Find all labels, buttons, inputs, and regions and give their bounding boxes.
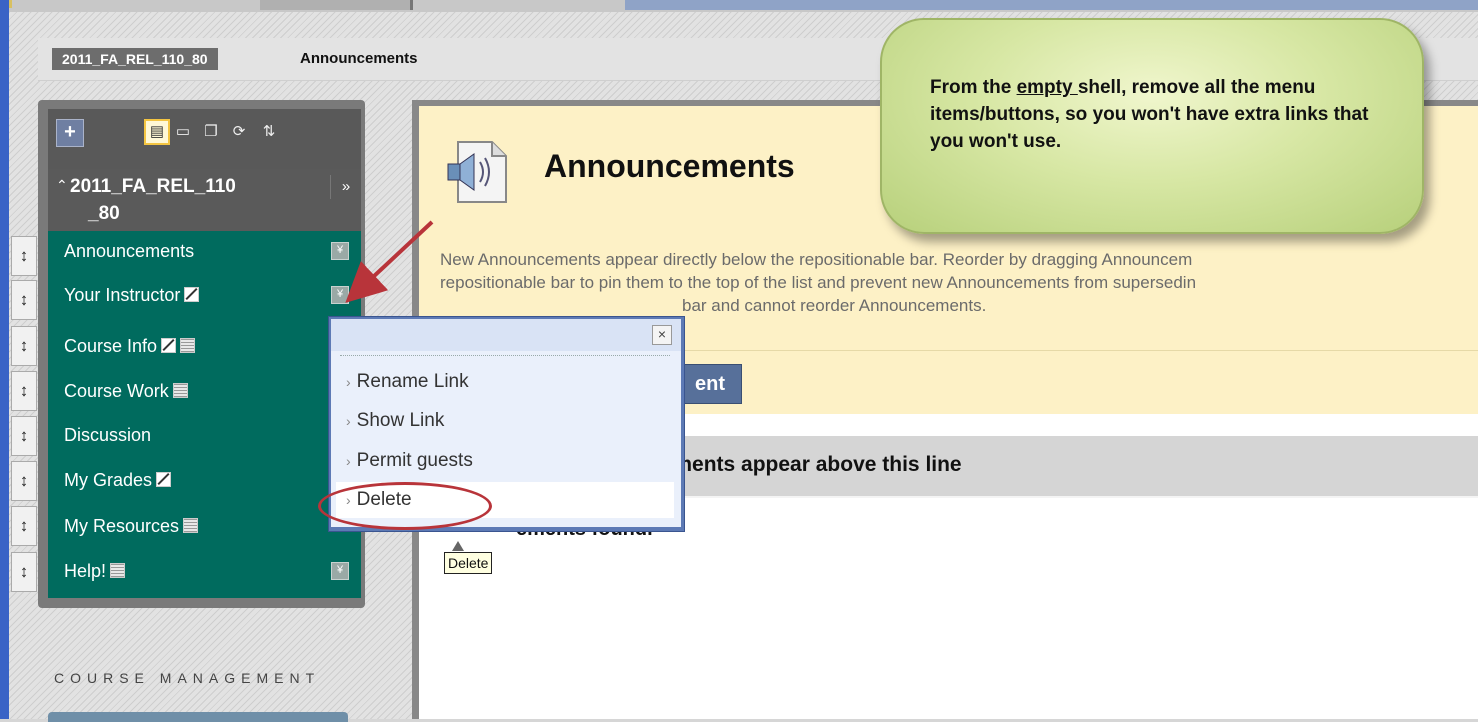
- menu-item-label: Help!: [64, 561, 107, 581]
- drag-handle-icon[interactable]: ↕: [11, 461, 37, 501]
- folder-view-icon[interactable]: ▤: [144, 119, 170, 145]
- options-chevron-icon[interactable]: ¥: [331, 242, 349, 260]
- delete-tooltip: Delete: [444, 552, 493, 574]
- hidden-from-students-icon: [156, 472, 172, 487]
- drag-handle-icon[interactable]: ↕: [11, 371, 37, 411]
- close-icon[interactable]: ×: [652, 325, 672, 345]
- guest-access-icon: [172, 383, 188, 398]
- window-icon[interactable]: ❐: [200, 121, 222, 143]
- course-menu-header: ⌃ 2011_FA_REL_110 _80 »: [48, 169, 361, 231]
- menu-item-label: My Grades: [64, 470, 153, 490]
- page-title: Announcements: [544, 148, 795, 184]
- drag-handle-icon[interactable]: ↕: [11, 236, 37, 276]
- course-menu-list: Announcements ¥ Your Instructor ¥ Course…: [48, 231, 361, 598]
- callout-text: From the empty shell, remove all the men…: [930, 74, 1390, 155]
- menu-item-discussion[interactable]: Discussion: [48, 415, 361, 459]
- hidden-from-students-icon: [161, 338, 177, 353]
- menu-item-label: Your Instructor: [64, 285, 181, 305]
- drag-handle-icon[interactable]: ↕: [11, 280, 37, 320]
- context-menu-permit-guests[interactable]: › Permit guests: [346, 443, 666, 479]
- drag-handle-icon[interactable]: ↕: [11, 506, 37, 546]
- context-menu-header: [331, 319, 681, 351]
- drag-handle-icon[interactable]: ↕: [11, 552, 37, 592]
- context-menu-label: Rename Link: [356, 371, 469, 392]
- chevron-right-icon: ›: [346, 413, 351, 429]
- course-management-bar[interactable]: [48, 712, 348, 722]
- course-title[interactable]: 2011_FA_REL_110 _80: [70, 173, 310, 227]
- menu-item-help[interactable]: Help! ¥: [48, 551, 361, 595]
- context-menu-separator: [340, 355, 670, 356]
- menu-item-label: Discussion: [64, 425, 152, 445]
- course-menu-toolbar: + ▤ ▭ ❐ ⟳ ⇅: [48, 109, 361, 169]
- menu-item-course-info[interactable]: Course Info: [48, 326, 361, 370]
- description-line: New Announcements appear directly below …: [440, 250, 1193, 269]
- guest-access-icon: [110, 563, 126, 578]
- add-icon[interactable]: +: [56, 119, 84, 147]
- menu-item-my-resources[interactable]: My Resources: [48, 506, 361, 550]
- guest-access-icon: [180, 338, 196, 353]
- context-menu-rename-link[interactable]: › Rename Link: [346, 364, 666, 400]
- menu-item-label: Course Info: [64, 336, 158, 356]
- instruction-callout: From the empty shell, remove all the men…: [880, 18, 1424, 234]
- description-line: repositionable bar to pin them to the to…: [440, 273, 1197, 292]
- repositionable-bar-label: cements appear above this line: [650, 453, 962, 476]
- guest-access-icon: [183, 518, 199, 533]
- context-menu-label: Show Link: [356, 410, 445, 431]
- drag-handle-icon[interactable]: ↕: [11, 416, 37, 456]
- chevron-right-icon: ›: [346, 453, 351, 469]
- course-management-section: COURSE MANAGEMENT: [38, 652, 365, 722]
- browser-tab-strip: [0, 0, 1478, 12]
- menu-item-label: My Resources: [64, 516, 180, 536]
- sort-icon[interactable]: ⇅: [258, 121, 280, 143]
- refresh-icon[interactable]: ⟳: [228, 121, 250, 143]
- button-label: ent: [695, 373, 725, 395]
- drag-handle-icon[interactable]: ↕: [11, 326, 37, 366]
- callout-text-part: shell, remove all the: [1077, 77, 1265, 98]
- options-chevron-icon[interactable]: ¥: [331, 286, 349, 304]
- menu-item-label: Announcements: [64, 241, 195, 261]
- breadcrumb-course[interactable]: 2011_FA_REL_110_80: [52, 48, 218, 70]
- options-chevron-icon[interactable]: ¥: [331, 562, 349, 580]
- menu-item-my-grades[interactable]: My Grades: [48, 460, 361, 504]
- tab-stub[interactable]: [625, 0, 1478, 10]
- menu-item-your-instructor[interactable]: Your Instructor ¥: [48, 275, 361, 319]
- collapse-menu-icon[interactable]: »: [330, 175, 361, 199]
- description-line: bar and cannot reorder Announcements.: [682, 296, 987, 315]
- announcement-speaker-icon: [447, 141, 507, 203]
- callout-text-underlined: empty: [1016, 77, 1078, 98]
- delete-highlight-oval: [318, 482, 492, 530]
- course-title-line2: _80: [88, 203, 120, 224]
- chevron-right-icon: ›: [346, 374, 351, 390]
- tooltip-pointer: [452, 541, 464, 551]
- breadcrumb-page: Announcements: [300, 50, 418, 67]
- hidden-from-students-icon: [184, 287, 200, 302]
- course-title-line1: 2011_FA_REL_110: [70, 176, 236, 197]
- tab-stub[interactable]: [260, 0, 413, 10]
- callout-text-part: From the: [930, 77, 1017, 98]
- menu-item-course-work[interactable]: Course Work: [48, 371, 361, 415]
- context-menu-label: Permit guests: [356, 450, 473, 471]
- menu-item-label: Course Work: [64, 381, 169, 401]
- course-management-label: COURSE MANAGEMENT: [54, 670, 321, 686]
- window-left-edge: [0, 0, 9, 719]
- folder-icon[interactable]: ▭: [172, 121, 194, 143]
- menu-item-announcements[interactable]: Announcements ¥: [48, 231, 361, 275]
- chevron-up-icon[interactable]: ⌃: [56, 177, 68, 194]
- page-description: New Announcements appear directly below …: [440, 248, 1478, 317]
- context-menu-show-link[interactable]: › Show Link: [346, 403, 666, 439]
